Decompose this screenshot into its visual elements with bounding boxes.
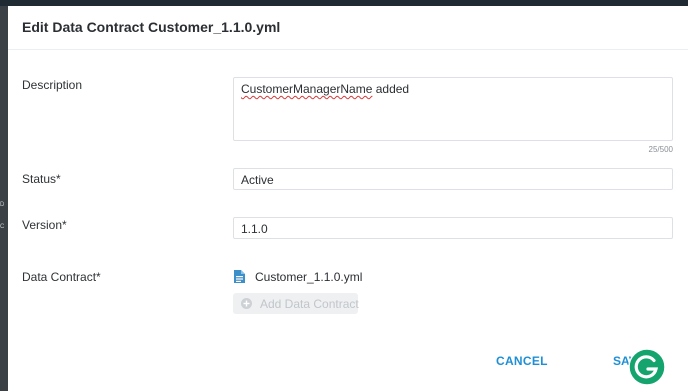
add-data-contract-button[interactable]: Add Data Contract [233, 293, 359, 314]
status-label: Status* [22, 172, 61, 186]
description-misspelled-word: CustomerManagerName [241, 82, 373, 96]
background-fragment: C [0, 224, 5, 230]
dialog-title: Edit Data Contract Customer_1.1.0.yml [22, 19, 281, 35]
status-field[interactable]: Active [233, 168, 673, 190]
version-field[interactable]: 1.1.0 [233, 217, 673, 239]
dialog-header: Edit Data Contract Customer_1.1.0.yml [8, 6, 688, 50]
data-contract-label: Data Contract* [22, 270, 101, 284]
document-icon [234, 270, 245, 283]
cancel-button[interactable]: CANCEL [496, 354, 556, 372]
data-contract-file-name: Customer_1.1.0.yml [255, 270, 363, 284]
background-app-strip: D C [0, 6, 8, 391]
edit-data-contract-dialog: Edit Data Contract Customer_1.1.0.yml De… [8, 6, 688, 391]
description-label: Description [22, 78, 83, 92]
background-fragment: D [0, 202, 5, 208]
plus-circle-icon [241, 298, 252, 309]
description-value-rest: added [372, 82, 410, 96]
add-data-contract-label: Add Data Contract [260, 297, 359, 311]
description-value: CustomerManagerName added [241, 82, 409, 96]
character-counter: 25/500 [648, 145, 673, 154]
version-value: 1.1.0 [241, 222, 268, 236]
status-value: Active [241, 173, 274, 187]
version-label: Version* [22, 218, 67, 232]
description-textarea[interactable]: CustomerManagerName added [233, 77, 673, 141]
grammarly-icon[interactable] [628, 348, 666, 386]
